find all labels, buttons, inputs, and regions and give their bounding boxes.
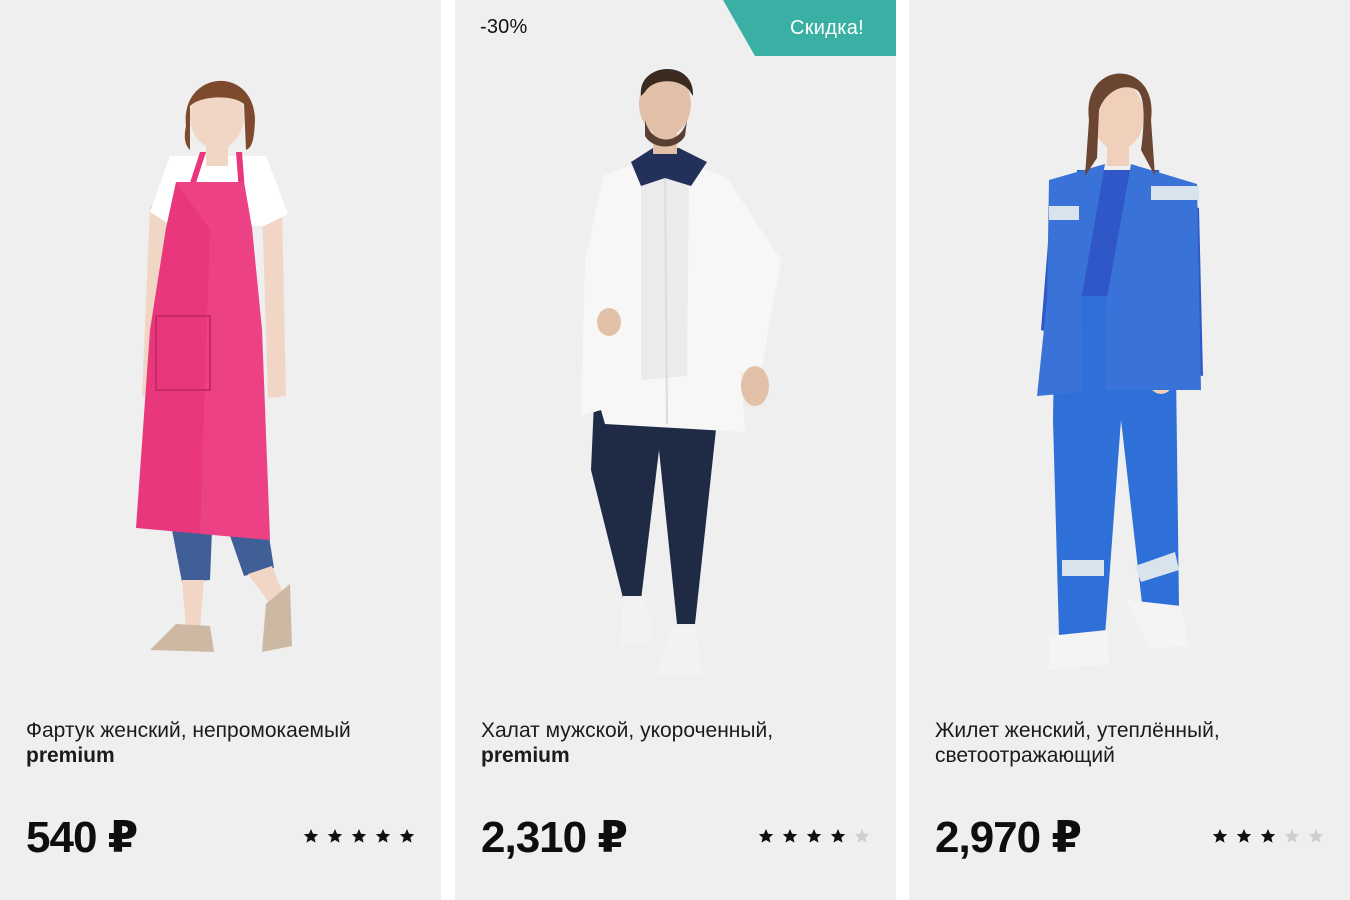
product-title[interactable]: Жилет женский, утеплённый, светоотражающ… [935,718,1335,768]
star-filled-icon [351,828,367,844]
star-filled-icon [1260,828,1276,844]
star-filled-icon [758,828,774,844]
star-filled-icon [1212,828,1228,844]
product-price: 2,970 ₽ [935,813,1082,862]
star-filled-icon [830,828,846,844]
product-title-line: светоотражающий [935,744,1115,767]
star-rating [758,828,870,844]
product-title[interactable]: Фартук женский, непромокаемый premium [26,718,426,768]
discount-label: -30% [480,16,528,38]
product-title[interactable]: Халат мужской, укороченный, premium [481,718,881,768]
star-filled-icon [1236,828,1252,844]
product-image[interactable] [0,0,441,690]
product-card[interactable]: Фартук женский, непромокаемый premium 54… [0,0,441,900]
product-title-line: Жилет женский, утеплённый, [935,719,1220,742]
star-rating [1212,828,1324,844]
star-filled-icon [806,828,822,844]
product-title-line-bold: premium [481,744,570,767]
product-card[interactable]: -30% Скидка! Халат мужской, укороченный,… [455,0,896,900]
star-filled-icon [399,828,415,844]
star-empty-icon [1284,828,1300,844]
product-image[interactable] [909,0,1350,690]
star-filled-icon [375,828,391,844]
product-image[interactable] [455,0,896,690]
star-filled-icon [303,828,319,844]
star-empty-icon [854,828,870,844]
product-price: 540 ₽ [26,813,138,862]
product-title-line: Халат мужской, укороченный, [481,719,774,742]
product-grid: Фартук женский, непромокаемый premium 54… [0,0,1350,900]
product-price: 2,310 ₽ [481,813,628,862]
product-title-line-bold: premium [26,744,115,767]
star-rating [303,828,415,844]
product-card[interactable]: Жилет женский, утеплённый, светоотражающ… [909,0,1350,900]
star-filled-icon [782,828,798,844]
product-title-line: Фартук женский, непромокаемый [26,719,351,742]
star-filled-icon [327,828,343,844]
star-empty-icon [1308,828,1324,844]
